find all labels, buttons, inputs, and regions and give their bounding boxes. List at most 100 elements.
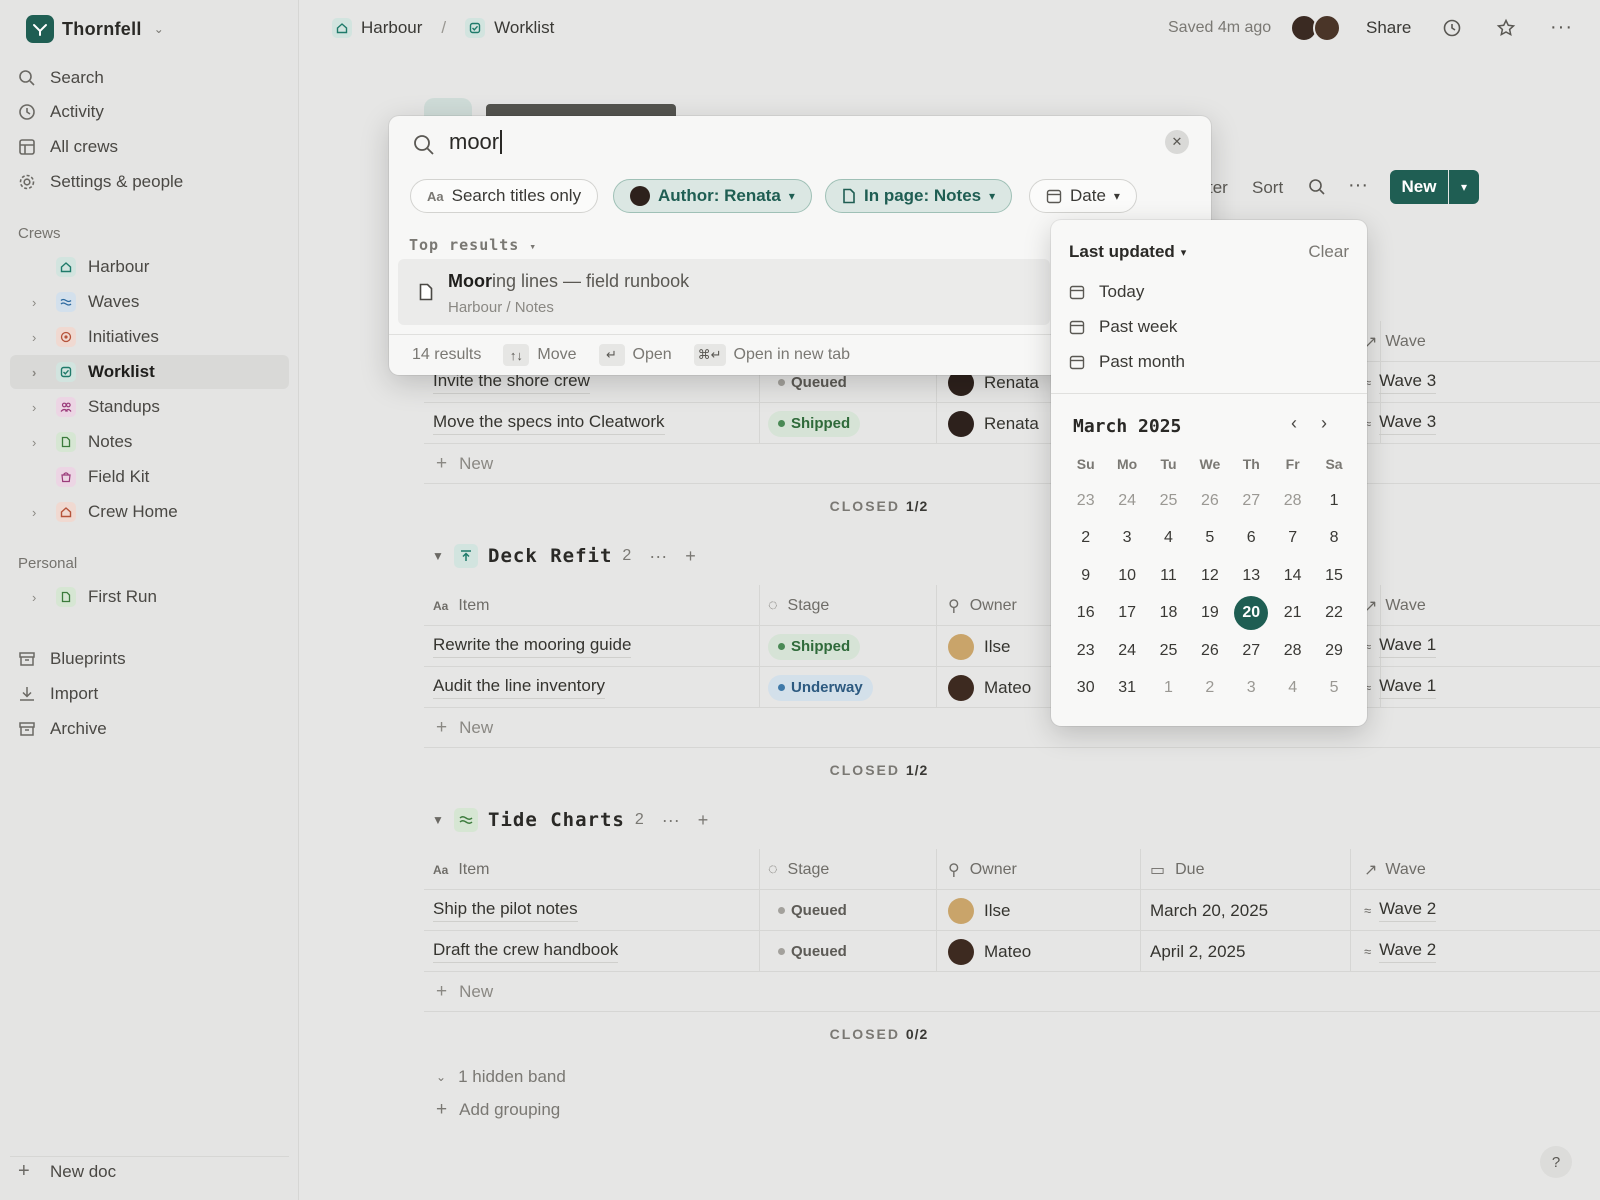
stage-cell[interactable]: Shipped xyxy=(768,403,861,444)
chip-titles-only[interactable]: Aa Search titles only xyxy=(410,179,599,213)
calendar-day[interactable]: 19 xyxy=(1189,604,1230,622)
group-header-tide-charts[interactable]: ▼ Tide Charts 2 ··· + xyxy=(432,802,708,838)
avatar[interactable] xyxy=(1313,14,1341,42)
sidebar-item-harbour[interactable]: Harbour xyxy=(10,250,289,284)
calendar-day[interactable]: 25 xyxy=(1148,642,1189,660)
stage-cell[interactable]: Queued xyxy=(768,931,857,972)
calendar-day[interactable]: 12 xyxy=(1189,567,1230,585)
collapse-triangle-icon[interactable]: ▼ xyxy=(432,549,444,563)
calendar-day[interactable]: 13 xyxy=(1231,567,1272,585)
chevron-right-icon[interactable]: › xyxy=(32,505,48,520)
sidebar-import[interactable]: Import xyxy=(10,677,289,711)
sidebar-item-field-kit[interactable]: Field Kit xyxy=(10,460,289,494)
calendar-day[interactable]: 26 xyxy=(1189,492,1230,510)
calendar-day[interactable]: 29 xyxy=(1313,642,1354,660)
sidebar-nav-all-crews[interactable]: All crews xyxy=(10,130,289,164)
table-row[interactable]: Draft the crew handbook Queued Mateo Apr… xyxy=(424,931,1600,972)
calendar-day[interactable]: 30 xyxy=(1065,679,1106,697)
date-option-past-month[interactable]: Past month xyxy=(1069,347,1185,377)
table-row[interactable]: Ship the pilot notes Queued Ilse March 2… xyxy=(424,890,1600,931)
share-button[interactable]: Share xyxy=(1366,18,1411,38)
calendar-day[interactable]: 2 xyxy=(1065,529,1106,547)
owner-cell[interactable]: Ilse xyxy=(948,626,1010,667)
more-icon[interactable]: ··· xyxy=(1550,16,1573,39)
chevron-right-icon[interactable]: › xyxy=(32,435,48,450)
group-header-deck-refit[interactable]: ▼ Deck Refit 2 ··· + xyxy=(432,538,696,574)
item-cell[interactable]: Move the specs into Cleatwork xyxy=(433,403,665,444)
sidebar-nav-activity[interactable]: Activity xyxy=(10,95,289,129)
owner-cell[interactable]: Ilse xyxy=(948,890,1010,931)
table-row[interactable]: Audit the line inventory Underway Mateo … xyxy=(424,667,1600,708)
chevron-right-icon[interactable]: › xyxy=(32,295,48,310)
chevron-right-icon[interactable]: › xyxy=(32,365,48,380)
calendar-day[interactable]: 27 xyxy=(1231,642,1272,660)
wave-cell[interactable]: ≈ Wave 2 xyxy=(1364,931,1437,972)
sort-dropdown[interactable]: Last updated ▾ xyxy=(1069,242,1186,262)
calendar-day[interactable]: 5 xyxy=(1189,529,1230,547)
calendar-day[interactable]: 24 xyxy=(1106,642,1147,660)
sidebar-item-initiatives[interactable]: › Initiatives xyxy=(10,320,289,354)
sidebar-nav-search[interactable]: Search xyxy=(10,61,289,95)
calendar-day[interactable]: 10 xyxy=(1106,567,1147,585)
calendar-day[interactable]: 27 xyxy=(1231,492,1272,510)
breadcrumb-worklist[interactable]: Worklist xyxy=(494,18,554,38)
wave-cell[interactable]: ≈ Wave 3 xyxy=(1364,403,1437,444)
calendar-day[interactable]: 25 xyxy=(1148,492,1189,510)
item-cell[interactable]: Audit the line inventory xyxy=(433,667,605,708)
item-cell[interactable]: Draft the crew handbook xyxy=(433,931,619,972)
stage-cell[interactable]: Shipped xyxy=(768,626,861,667)
new-row-button[interactable]: + New xyxy=(424,444,1600,484)
wave-column-header[interactable]: ↗ Wave xyxy=(1364,849,1426,890)
search-input[interactable]: moor xyxy=(449,129,503,155)
sidebar-blueprints[interactable]: Blueprints xyxy=(10,642,289,676)
due-column-header[interactable]: ▭ Due xyxy=(1150,849,1204,890)
stage-cell[interactable]: Underway xyxy=(768,667,873,708)
item-column-header[interactable]: Aa Item xyxy=(433,585,489,626)
sidebar-item-worklist[interactable]: › Worklist xyxy=(10,355,289,389)
owner-cell[interactable]: Mateo xyxy=(948,931,1031,972)
calendar-day[interactable]: 28 xyxy=(1272,492,1313,510)
wave-cell[interactable]: ≈ Wave 1 xyxy=(1364,626,1437,667)
star-icon[interactable] xyxy=(1496,18,1516,38)
more-icon[interactable]: ··· xyxy=(1348,174,1368,197)
item-cell[interactable]: Rewrite the mooring guide xyxy=(433,626,632,667)
due-cell[interactable]: April 2, 2025 xyxy=(1150,931,1245,972)
wave-column-header[interactable]: ↗ Wave xyxy=(1364,321,1426,362)
calendar-day[interactable]: 14 xyxy=(1272,567,1313,585)
wave-cell[interactable]: ≈ Wave 2 xyxy=(1364,890,1437,931)
chip-author[interactable]: Author: Renata ▾ xyxy=(613,179,812,213)
table-row[interactable]: Move the specs into Cleatwork Shipped Re… xyxy=(424,403,1600,444)
chevron-right-icon[interactable]: › xyxy=(32,330,48,345)
sidebar-item-first-run[interactable]: › First Run xyxy=(10,580,289,614)
calendar-day[interactable]: 28 xyxy=(1272,642,1313,660)
new-dropdown-button[interactable]: ▾ xyxy=(1449,170,1479,204)
calendar-day[interactable]: 18 xyxy=(1148,604,1189,622)
calendar-day[interactable]: 23 xyxy=(1065,642,1106,660)
calendar-day[interactable]: 22 xyxy=(1313,604,1354,622)
table-row[interactable]: Rewrite the mooring guide Shipped Ilse ≈… xyxy=(424,626,1600,667)
chip-date[interactable]: Date ▾ xyxy=(1029,179,1137,213)
sidebar-archive[interactable]: Archive xyxy=(10,712,289,746)
calendar-day[interactable]: 4 xyxy=(1272,679,1313,697)
calendar-day[interactable]: 3 xyxy=(1231,679,1272,697)
chevron-right-icon[interactable]: › xyxy=(32,590,48,605)
owner-cell[interactable]: Renata xyxy=(948,403,1039,444)
new-row-button[interactable]: + New xyxy=(424,972,1600,1012)
calendar-day[interactable]: 4 xyxy=(1148,529,1189,547)
calendar-day[interactable]: 6 xyxy=(1231,529,1272,547)
date-option-today[interactable]: Today xyxy=(1069,277,1144,307)
stage-cell[interactable]: Queued xyxy=(768,890,857,931)
calendar-day[interactable]: 26 xyxy=(1189,642,1230,660)
top-results-heading[interactable]: Top results ▾ xyxy=(409,236,537,254)
sidebar-item-crew-home[interactable]: › Crew Home xyxy=(10,495,289,529)
calendar-day[interactable]: 2 xyxy=(1189,679,1230,697)
new-button[interactable]: New xyxy=(1390,170,1448,204)
history-icon[interactable] xyxy=(1442,18,1462,38)
calendar-day[interactable]: 11 xyxy=(1148,567,1189,585)
chip-in-page[interactable]: In page: Notes ▾ xyxy=(825,179,1013,213)
due-cell[interactable]: March 20, 2025 xyxy=(1150,890,1268,931)
sidebar-item-waves[interactable]: › Waves xyxy=(10,285,289,319)
wave-column-header[interactable]: ↗ Wave xyxy=(1364,585,1426,626)
sidebar-item-standups[interactable]: › Standups xyxy=(10,390,289,424)
add-grouping-button[interactable]: + Add grouping xyxy=(436,1099,560,1121)
